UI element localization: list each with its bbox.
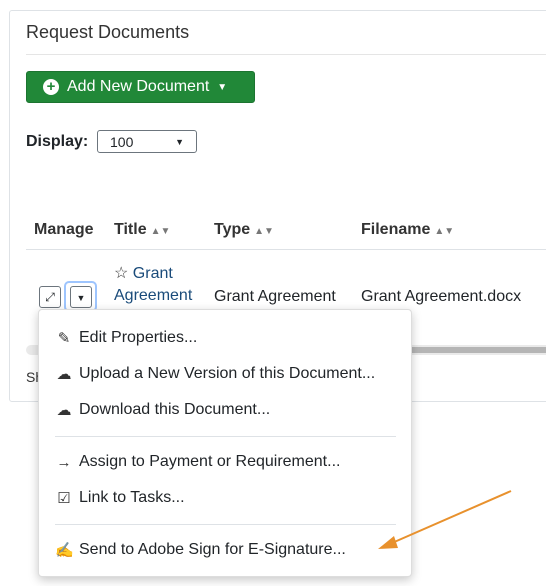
sort-icon: ▲▼ <box>254 226 274 237</box>
add-new-document-label: Add New Document <box>67 78 210 95</box>
sort-icon: ▲▼ <box>150 226 171 237</box>
menu-item-send-to-adobe-sign[interactable]: ✍ Send to Adobe Sign for E-Signature... <box>55 541 346 559</box>
title-divider <box>26 54 546 55</box>
document-filename: Grant Agreement.docx <box>361 288 522 305</box>
column-header-manage: Manage <box>34 221 94 238</box>
star-icon[interactable]: ☆ <box>114 265 128 282</box>
manage-dropdown-menu: ✎ Edit Properties... ☁ Upload a New Vers… <box>38 309 412 577</box>
document-title-link-continued[interactable]: Agreement <box>114 287 192 305</box>
display-count-value: 100 <box>110 133 134 150</box>
caret-down-icon: ▼ <box>217 81 228 93</box>
expand-button[interactable]: ⤢ <box>39 286 61 308</box>
menu-item-edit-properties[interactable]: ✎ Edit Properties... <box>55 329 198 347</box>
expand-icon: ⤢ <box>45 290 55 304</box>
caret-down-icon: ▼ <box>76 293 86 303</box>
plus-circle-icon: + <box>43 79 59 95</box>
chevron-down-icon: ▼ <box>175 136 184 147</box>
document-type: Grant Agreement <box>214 288 336 305</box>
document-title-link[interactable]: ☆ Grant <box>114 263 173 283</box>
column-header-title[interactable]: Title ▲▼ <box>114 221 170 239</box>
cloud-download-icon: ☁ <box>56 402 72 419</box>
add-new-document-button[interactable]: + Add New Document ▼ <box>26 71 255 103</box>
menu-divider <box>55 436 396 437</box>
column-header-type[interactable]: Type ▲▼ <box>214 221 274 239</box>
cloud-upload-icon: ☁ <box>56 366 72 383</box>
manage-dropdown-button[interactable]: ▼ <box>70 286 92 308</box>
menu-divider <box>55 524 396 525</box>
column-header-filename[interactable]: Filename ▲▼ <box>361 221 454 239</box>
panel-title: Request Documents <box>26 22 190 42</box>
arrow-right-icon: → <box>56 453 72 471</box>
menu-item-upload-new-version[interactable]: ☁ Upload a New Version of this Document.… <box>55 365 376 383</box>
annotation-arrow <box>378 490 512 549</box>
signature-icon: ✍ <box>55 542 74 559</box>
menu-item-download-document[interactable]: ☁ Download this Document... <box>55 401 271 419</box>
menu-item-assign-to-payment[interactable]: → Assign to Payment or Requirement... <box>55 453 341 471</box>
sort-icon: ▲▼ <box>434 226 455 237</box>
menu-item-link-to-tasks[interactable]: ☑ Link to Tasks... <box>55 489 184 507</box>
task-list-icon: ☑ <box>57 490 71 507</box>
display-label: Display: <box>26 133 89 150</box>
display-count-select[interactable]: 100 ▼ <box>97 130 197 153</box>
pencil-icon: ✎ <box>57 330 71 347</box>
table-header-divider <box>26 249 546 250</box>
